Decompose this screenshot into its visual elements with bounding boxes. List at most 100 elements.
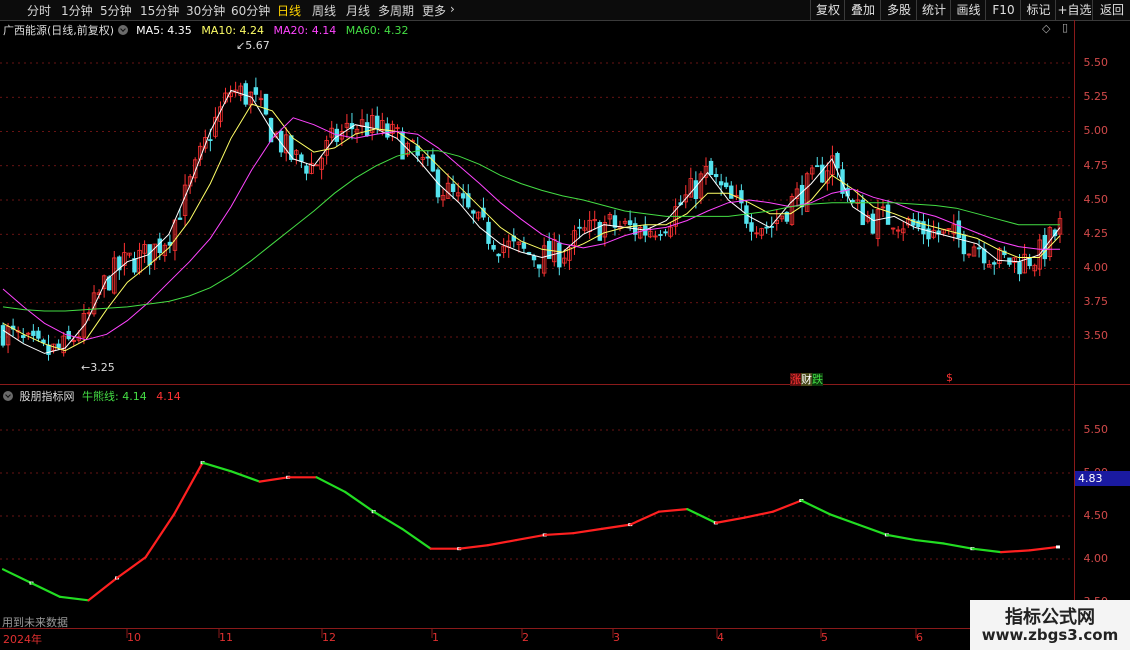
event-markers[interactable]: 涨财跌	[790, 371, 823, 387]
bull-bear-segment	[458, 544, 489, 550]
price-tick-label: 4.75	[1083, 159, 1109, 172]
candle-body	[992, 262, 997, 265]
candle-body	[835, 153, 840, 169]
candle-body	[1017, 261, 1022, 275]
candle-body	[177, 217, 183, 220]
bull-bear-segment	[572, 527, 603, 535]
bull-line-label: 牛熊线:	[82, 390, 119, 403]
bull-bear-segment	[344, 490, 375, 513]
date-tick-label: 11	[219, 631, 233, 644]
candle-body	[521, 242, 527, 249]
candle-body	[597, 221, 602, 241]
bull-bear-segment	[172, 461, 204, 516]
watermark-banner: 指标公式网 www.zbgs3.com	[970, 600, 1130, 650]
candle-body	[663, 231, 668, 234]
candle-body	[557, 242, 562, 268]
candle-body	[799, 184, 805, 208]
candle-body	[450, 183, 456, 192]
future-data-note: 用到未来数据	[2, 616, 68, 629]
bull-bear-segment	[87, 576, 119, 602]
chart-canvas[interactable]	[0, 0, 1130, 650]
event-up-marker[interactable]: 涨	[790, 373, 801, 386]
candle-body	[157, 238, 162, 253]
candle-body	[31, 330, 36, 336]
candle-body	[536, 264, 542, 269]
bear-line-value: 4.14	[156, 390, 181, 403]
price-tick-label: 4.50	[1083, 193, 1109, 206]
candle-body	[461, 193, 466, 199]
bull-bear-segment	[201, 461, 233, 473]
bull-bear-segment	[315, 476, 347, 494]
candle-body	[0, 325, 6, 346]
bull-line-value: 4.14	[122, 390, 147, 403]
price-tick-label: 4.25	[1083, 227, 1109, 240]
bull-bear-segment	[885, 533, 917, 542]
bull-bear-segment	[971, 547, 1003, 554]
bull-bear-segment	[942, 542, 974, 550]
candle-body	[304, 165, 309, 174]
bull-bear-segment	[914, 538, 946, 545]
candle-body	[364, 122, 370, 137]
candle-body	[253, 87, 259, 95]
candle-body	[981, 248, 987, 264]
candle-body	[1027, 257, 1032, 267]
indicator-tick-label: 4.00	[1083, 552, 1109, 565]
indicator-tick-label: 5.50	[1083, 423, 1109, 436]
bull-bear-segment	[515, 533, 546, 542]
indicator-point-marker	[1056, 545, 1060, 549]
price-tick-label: 5.50	[1083, 56, 1109, 69]
candle-body	[430, 154, 436, 172]
candle-body	[916, 220, 921, 228]
event-finance-marker[interactable]: 财	[801, 373, 812, 386]
bull-bear-segment	[543, 532, 575, 537]
high-price-label: ↙5.67	[236, 39, 270, 52]
date-tick-label: 6	[916, 631, 923, 644]
ma10-line	[2, 103, 1061, 352]
price-tick-label: 4.00	[1083, 261, 1109, 274]
bull-bear-segment	[401, 527, 432, 550]
bull-bear-segment	[230, 470, 261, 483]
bull-bear-segment	[372, 510, 404, 531]
date-tick-label: 10	[127, 631, 141, 644]
candle-body	[531, 255, 537, 261]
bull-bear-segment	[115, 556, 147, 580]
candle-body	[56, 343, 61, 349]
bull-bear-segment	[714, 516, 746, 524]
low-price-label: ←3.25	[81, 361, 115, 374]
candle-body	[263, 93, 269, 115]
date-tick-label: 5	[821, 631, 828, 644]
price-tick-label: 3.50	[1083, 329, 1109, 342]
chevron-down-icon[interactable]	[3, 391, 13, 401]
date-tick-label: 12	[322, 631, 336, 644]
price-tick-label: 5.00	[1083, 124, 1109, 137]
ma5-line	[2, 89, 1061, 354]
bull-bear-segment	[30, 581, 62, 598]
candle-body	[208, 139, 213, 141]
event-down-marker[interactable]: 跌	[812, 373, 823, 386]
date-tick-label: 1	[432, 631, 439, 644]
indicator-info: 股朋指标网 牛熊线: 4.14 4.14	[3, 388, 181, 404]
candle-body	[729, 185, 734, 199]
bull-bear-segment	[743, 510, 774, 519]
price-tick-label: 5.25	[1083, 90, 1109, 103]
bull-bear-segment	[258, 476, 290, 483]
indicator-tick-label: 4.50	[1083, 509, 1109, 522]
date-tick-label: 2	[522, 631, 529, 644]
candle-body	[976, 247, 982, 250]
bull-bear-segment	[657, 508, 689, 513]
candle-body	[820, 164, 825, 183]
candle-body	[718, 181, 724, 186]
candle-body	[577, 226, 582, 229]
candle-body	[658, 234, 663, 236]
candle-body	[471, 210, 476, 214]
price-tick-label: 3.75	[1083, 295, 1109, 308]
candle-body	[713, 174, 719, 178]
bull-bear-segment	[144, 513, 176, 559]
bull-bear-segment	[486, 538, 518, 547]
candle-body	[243, 83, 248, 105]
bull-bear-segment	[629, 510, 660, 526]
event-dollar-marker[interactable]: $	[946, 371, 953, 384]
candle-body	[749, 222, 754, 232]
bull-bear-segment	[771, 499, 803, 513]
bull-bear-segment	[828, 513, 860, 526]
